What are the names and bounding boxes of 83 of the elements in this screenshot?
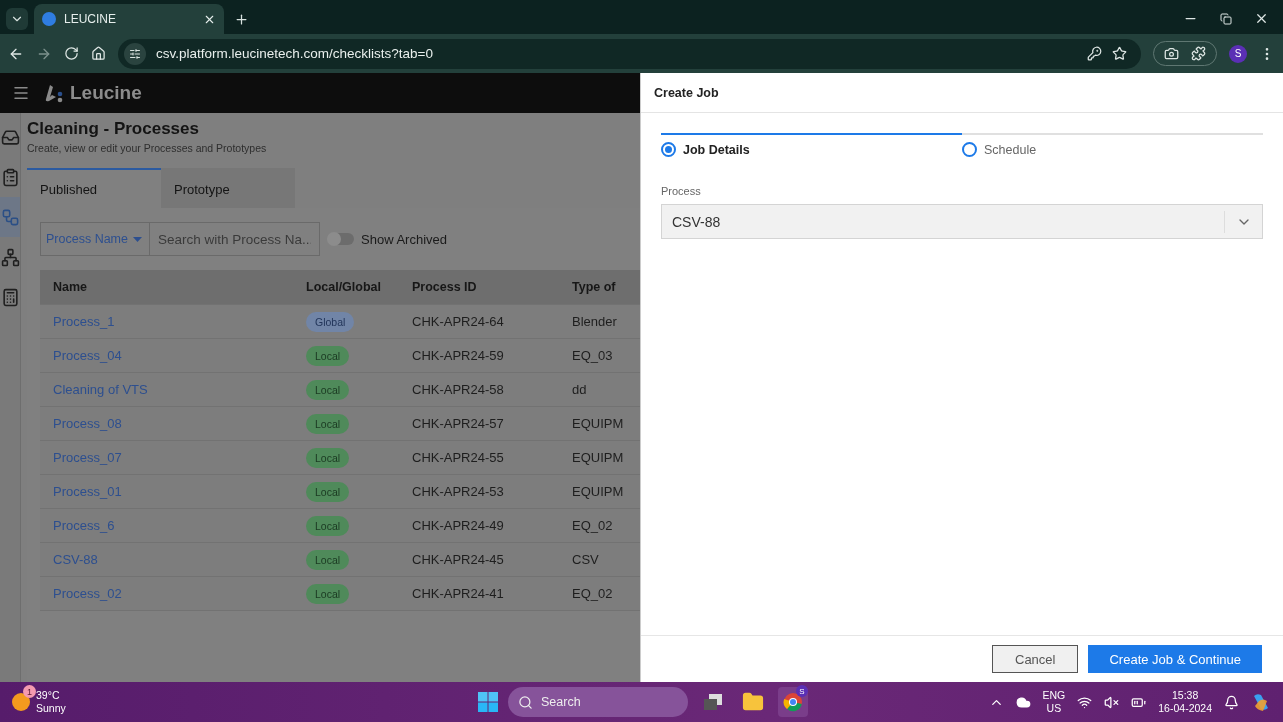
cancel-button[interactable]: Cancel [992, 645, 1079, 673]
notification-badge: 1 [23, 685, 36, 698]
key-icon[interactable] [1087, 46, 1102, 61]
table-cell-text: EQUIPM [572, 416, 625, 431]
cloud-icon[interactable] [1015, 694, 1031, 710]
browser-tab[interactable]: LEUCINE [34, 4, 224, 34]
menu-icon[interactable] [12, 84, 30, 102]
page-subtitle: Create, view or edit your Processes and Prototypes [27, 142, 268, 154]
restore-icon[interactable] [1220, 12, 1232, 25]
toggle-label: Show Archived [361, 231, 447, 247]
table-cell-text: CHK-APR24-58 [412, 382, 505, 397]
table-cell-text: CHK-APR24-64 [412, 314, 505, 329]
bell-icon[interactable] [1224, 694, 1239, 710]
close-icon[interactable] [1254, 11, 1269, 26]
scope-badge: Local [306, 549, 350, 570]
archive-toggle[interactable] [328, 233, 354, 245]
temperature: 39°C [36, 689, 61, 702]
logo-icon [44, 83, 64, 103]
star-icon[interactable] [1112, 46, 1127, 61]
field-label: Process [661, 185, 702, 197]
scope-badge: Local [306, 447, 350, 468]
reload-icon[interactable] [64, 46, 79, 61]
hierarchy-icon [0, 247, 20, 267]
wifi-icon[interactable] [1077, 694, 1093, 710]
taskbar-search[interactable]: Search [508, 687, 688, 717]
language-indicator[interactable]: ENG US [1042, 689, 1066, 715]
clock[interactable]: 15:38 16-04-2024 [1158, 689, 1212, 715]
caret-icon [133, 236, 142, 242]
table-cell-text: CHK-APR24-49 [412, 518, 505, 533]
table-cell-text: CHK-APR24-45 [412, 552, 505, 567]
table-cell-text: EQ_03 [572, 348, 614, 363]
table-cell-text: EQUIPM [572, 450, 625, 465]
step-label: Schedule [984, 142, 1037, 157]
flow-icon [0, 207, 20, 227]
home-icon[interactable] [91, 46, 106, 61]
column-header: Name [53, 280, 89, 294]
table-cell-text: CSV [572, 552, 600, 567]
profile-avatar[interactable]: S [1229, 44, 1247, 63]
table-cell-text: CHK-APR24-53 [412, 484, 505, 499]
table-cell-text: CHK-APR24-55 [412, 450, 505, 465]
address-bar[interactable]: csv.platform.leucinetech.com/checklists?tab=0 [118, 38, 1141, 69]
calculator-icon [0, 287, 20, 307]
tab[interactable]: Prototype [161, 168, 295, 208]
site-settings-icon[interactable] [124, 42, 146, 65]
scope-badge: Local [306, 413, 350, 434]
copilot-icon[interactable] [1251, 692, 1271, 712]
scope-badge: Local [306, 583, 350, 604]
scope-badge: Local [306, 481, 350, 502]
table-cell-text: CHK-APR24-57 [412, 416, 505, 431]
step-radio[interactable] [962, 142, 977, 157]
inbox-icon [0, 127, 20, 147]
windows-start-icon[interactable] [478, 692, 498, 712]
process-select[interactable]: CSV-88 [661, 204, 1263, 239]
table-cell-text: EQUIPM [572, 484, 625, 499]
create-job-button[interactable]: Create Job & Continue [1088, 645, 1262, 673]
page-title: Cleaning - Processes [27, 119, 200, 139]
clipboard-icon [0, 167, 20, 187]
table-cell-text: CHK-APR24-59 [412, 348, 505, 363]
table-cell-text: CHK-APR24-41 [412, 586, 505, 601]
extensions-icon[interactable] [1191, 46, 1206, 61]
mute-icon[interactable] [1104, 694, 1120, 710]
table-cell-text: dd [572, 382, 588, 397]
weather-condition: Sunny [36, 702, 66, 715]
step-radio[interactable] [661, 142, 676, 157]
scope-badge: Local [306, 515, 350, 536]
table-cell-text: EQ_02 [572, 586, 614, 601]
chrome-taskbar-icon[interactable]: S [778, 687, 808, 717]
tab-list-button[interactable] [6, 8, 28, 30]
camera-icon[interactable] [1164, 46, 1179, 61]
scope-badge: Local [306, 379, 350, 400]
column-header: Type of [572, 280, 617, 294]
column-header: Process ID [412, 280, 478, 294]
scope-badge: Global [306, 311, 355, 332]
drawer-title: Create Job [641, 73, 1283, 113]
column-header: Local/Global [306, 280, 382, 294]
scope-badge: Local [306, 345, 350, 366]
table-cell-text: Blender [572, 314, 618, 329]
app-logo-text: Leucine [70, 82, 142, 104]
plus-icon [233, 11, 249, 27]
step-label: Job Details [683, 142, 750, 157]
favicon-icon [42, 12, 56, 26]
search-icon [518, 694, 533, 710]
table-cell-text: EQ_02 [572, 518, 614, 533]
